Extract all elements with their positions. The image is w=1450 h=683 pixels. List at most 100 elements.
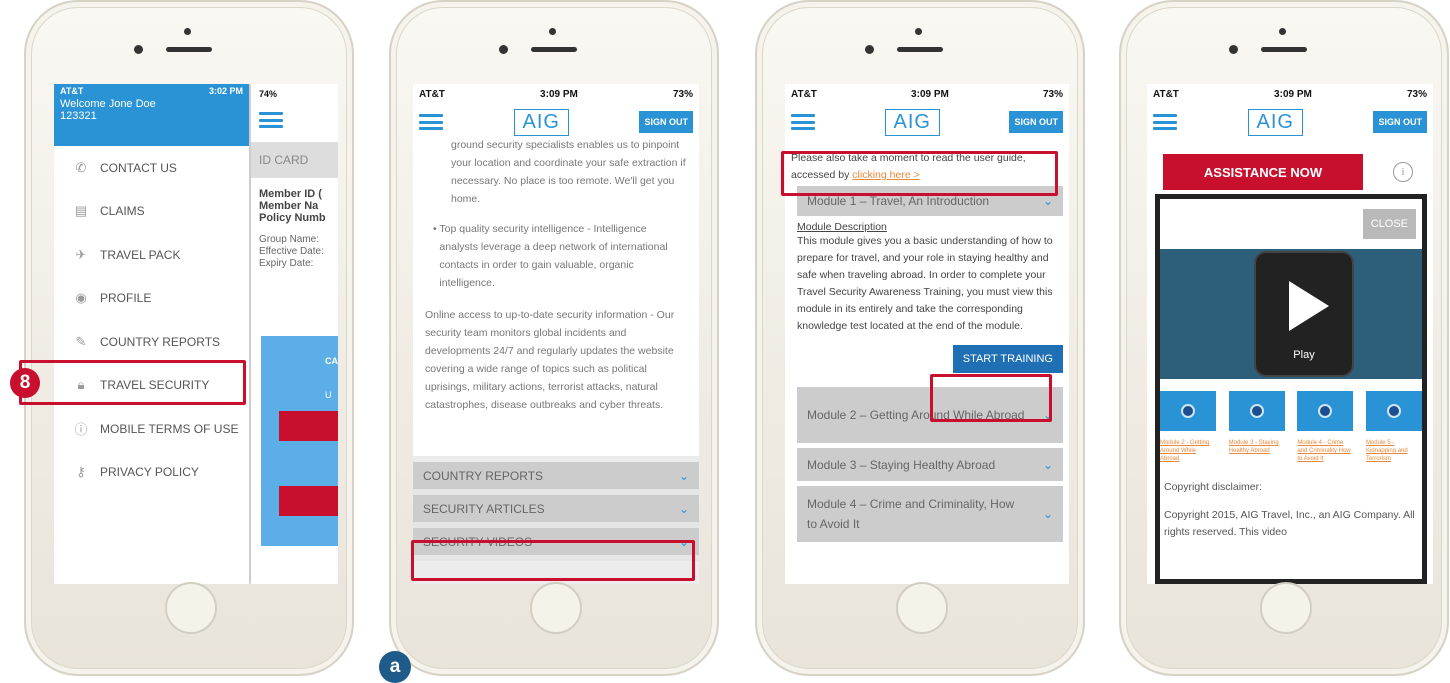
- hamburger-menu-icon[interactable]: [791, 114, 815, 130]
- menu-privacy-policy[interactable]: ⚷ PRIVACY POLICY: [54, 451, 249, 495]
- highlight-security-videos: [411, 540, 695, 581]
- menu-label: COUNTRY REPORTS: [100, 334, 221, 349]
- airplane-icon: ✈: [75, 246, 87, 262]
- paragraph-online-access: Online access to up-to-date security inf…: [425, 309, 675, 411]
- home-button[interactable]: [1260, 582, 1312, 634]
- card-heading: CA: [325, 356, 338, 366]
- accordion-security-articles[interactable]: SECURITY ARTICLES ⌄: [413, 495, 699, 528]
- screen-menu: AT&T 3:02 PM Welcome Jone Doe 123321 ✆ CO…: [54, 84, 338, 584]
- accordion-country-reports[interactable]: COUNTRY REPORTS ⌄: [413, 462, 699, 495]
- phone-3: AT&T 3:09 PM 73% AIG SIGN OUT Please als…: [755, 0, 1085, 676]
- status-bar: AT&T 3:09 PM 73%: [413, 84, 699, 104]
- menu-profile[interactable]: ◉ PROFILE: [54, 277, 249, 321]
- member-number: 123321: [60, 110, 97, 122]
- module-description-title: Module Description: [797, 221, 887, 233]
- camera: [915, 28, 922, 35]
- video-link-module-5[interactable]: Module 5 - Kidnapping and Terrorism: [1366, 439, 1422, 475]
- step-badge-a: a: [379, 651, 411, 683]
- assistance-now-button[interactable]: ASSISTANCE NOW: [1163, 154, 1363, 190]
- video-thumb-module-5[interactable]: [1365, 391, 1422, 431]
- sign-out-button[interactable]: SIGN OUT: [1373, 111, 1427, 133]
- menu-label: MOBILE TERMS OF USE: [100, 421, 239, 436]
- bullet-text: Top quality security intelligence - Inte…: [439, 223, 668, 289]
- id-card-title: ID CARD: [251, 142, 338, 178]
- hamburger-menu-icon[interactable]: [419, 114, 443, 130]
- menu-claims[interactable]: ▤ CLAIMS: [54, 190, 249, 234]
- carrier: AT&T: [60, 86, 84, 96]
- menu-travel-pack[interactable]: ✈ TRAVEL PACK: [54, 233, 249, 277]
- video-thumb-module-3[interactable]: [1228, 391, 1285, 431]
- group-name-label: Group Name:: [259, 234, 320, 245]
- home-button[interactable]: [896, 582, 948, 634]
- home-button[interactable]: [530, 582, 582, 634]
- info-icon[interactable]: i: [1393, 162, 1413, 182]
- member-name-label: Member Na: [259, 200, 319, 212]
- chevron-down-icon: ⌄: [1042, 507, 1053, 521]
- sensor: [865, 45, 874, 54]
- paragraph-extraction: ground security specialists enables us t…: [451, 140, 686, 205]
- chevron-down-icon: ⌄: [1042, 457, 1053, 472]
- bullet-item: • Top quality security intelligence - In…: [425, 220, 687, 292]
- time: 3:09 PM: [1274, 88, 1312, 100]
- carrier: AT&T: [419, 88, 445, 100]
- play-button[interactable]: Play: [1256, 253, 1352, 375]
- time: 3:02 PM: [208, 86, 243, 96]
- member-id-label: Member ID (: [259, 188, 322, 200]
- pen-icon: ✎: [75, 333, 87, 349]
- carrier: AT&T: [1153, 88, 1179, 100]
- copyright-title: Copyright disclaimer:: [1164, 481, 1263, 493]
- menu-label: PRIVACY POLICY: [100, 465, 199, 480]
- battery: 74%: [259, 89, 278, 99]
- video-player[interactable]: Play: [1160, 249, 1422, 379]
- video-thumb-module-2[interactable]: [1160, 391, 1216, 431]
- sensor: [499, 45, 508, 54]
- menu-label: TRAVEL PACK: [100, 247, 181, 262]
- module-description: This module gives you a basic understand…: [797, 235, 1053, 332]
- camera: [549, 28, 556, 35]
- start-training-button[interactable]: START TRAINING: [952, 345, 1063, 373]
- menu-label: CONTACT US: [100, 160, 177, 175]
- screen-security: AT&T 3:09 PM 73% AIG SIGN OUT ground sec…: [413, 84, 699, 584]
- video-modal: CLOSE Play Module 2 - Getting Around Whi…: [1155, 194, 1427, 584]
- menu-label: CLAIMS: [100, 204, 145, 219]
- info-icon: ⓘ: [74, 422, 88, 438]
- profile-icon: ◉: [75, 290, 87, 306]
- phone-1: AT&T 3:02 PM Welcome Jone Doe 123321 ✆ CO…: [24, 0, 354, 676]
- red-button-2[interactable]: [279, 486, 338, 516]
- menu-country-reports[interactable]: ✎ COUNTRY REPORTS: [54, 320, 249, 364]
- video-link-module-2[interactable]: Module 2 - Getting Around While Abroad: [1160, 439, 1216, 475]
- speaker: [166, 47, 212, 52]
- hamburger-menu-icon[interactable]: [259, 112, 283, 128]
- speaker: [1261, 47, 1307, 52]
- camera: [184, 28, 191, 35]
- hamburger-menu-icon[interactable]: [1153, 114, 1177, 130]
- chevron-down-icon: ⌄: [678, 501, 689, 516]
- key-icon: ⚷: [76, 464, 86, 480]
- nav-bar: AIG SIGN OUT: [1147, 104, 1433, 140]
- menu-contact-us[interactable]: ✆ CONTACT US: [54, 146, 249, 190]
- phone-icon: ✆: [75, 159, 87, 175]
- document-icon: ▤: [74, 203, 88, 219]
- policy-number-label: Policy Numb: [259, 212, 326, 224]
- module-4-header[interactable]: Module 4 – Crime and Criminality, How to…: [797, 486, 1063, 542]
- step-badge-8: 8: [10, 368, 40, 398]
- sign-out-button[interactable]: SIGN OUT: [639, 111, 693, 133]
- card-sub: U: [325, 390, 332, 400]
- module-label: Module 1 – Travel, An Introduction: [807, 194, 990, 208]
- time: 3:09 PM: [540, 88, 578, 100]
- video-link-module-3[interactable]: Module 3 - Staying Healthy Abroad: [1229, 439, 1285, 475]
- close-button[interactable]: CLOSE: [1362, 209, 1416, 239]
- video-thumb-module-4[interactable]: [1297, 391, 1354, 431]
- camera: [1279, 28, 1286, 35]
- video-link-module-4[interactable]: Module 4 - Crime and Criminality How to …: [1297, 439, 1353, 475]
- module-3-header[interactable]: Module 3 – Staying Healthy Abroad ⌄: [797, 448, 1063, 481]
- nav-bar: AIG SIGN OUT: [785, 104, 1069, 140]
- menu-mobile-terms[interactable]: ⓘ MOBILE TERMS OF USE: [54, 407, 249, 451]
- aig-logo: AIG: [513, 108, 569, 136]
- home-button[interactable]: [165, 582, 217, 634]
- red-button-1[interactable]: [279, 411, 338, 441]
- blue-card: CA U: [261, 336, 338, 546]
- status-bar: AT&T 3:09 PM 73%: [1147, 84, 1433, 104]
- sign-out-button[interactable]: SIGN OUT: [1009, 111, 1063, 133]
- chevron-down-icon: ⌄: [1042, 194, 1053, 208]
